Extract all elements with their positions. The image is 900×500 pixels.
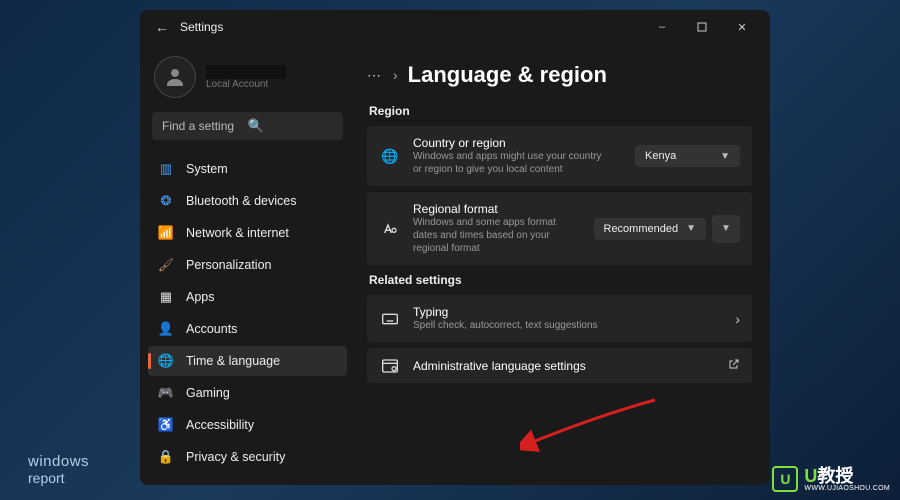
format-dropdown[interactable]: Recommended ▼: [594, 218, 707, 240]
main-pane: ⋯ › Language & region Region 🌐 Country o…: [355, 44, 770, 485]
clock-globe-icon: 🌐: [158, 353, 174, 369]
related-heading: Related settings: [369, 273, 752, 287]
typing-title: Typing: [413, 305, 723, 319]
typing-desc: Spell check, autocorrect, text suggestio…: [413, 319, 723, 332]
country-dropdown[interactable]: Kenya ▼: [635, 145, 740, 167]
bluetooth-icon: ❂: [158, 193, 174, 209]
sidebar: Local Account Find a setting 🔍 ▥ System …: [140, 44, 355, 485]
accessibility-icon: ♿: [158, 417, 174, 433]
search-input[interactable]: Find a setting 🔍: [152, 112, 343, 140]
sidebar-item-time-language[interactable]: 🌐 Time & language: [148, 346, 347, 376]
back-button[interactable]: ←: [148, 19, 176, 35]
region-heading: Region: [369, 104, 752, 118]
system-icon: ▥: [158, 161, 174, 177]
format-title: Regional format: [413, 202, 582, 216]
settings-window: ← Settings – ✕ Local Account Find a sett…: [140, 10, 770, 485]
sidebar-item-system[interactable]: ▥ System: [148, 154, 347, 184]
country-row[interactable]: 🌐 Country or region Windows and apps mig…: [367, 126, 752, 186]
country-desc: Windows and apps might use your country …: [413, 150, 603, 176]
minimize-button[interactable]: –: [642, 12, 682, 42]
shield-icon: 🔒: [158, 449, 174, 465]
sidebar-item-label: Accessibility: [186, 418, 254, 432]
format-expand-button[interactable]: ▼: [712, 215, 740, 243]
globe-icon: 🌐: [379, 148, 401, 165]
chevron-down-icon: ▼: [721, 223, 731, 234]
close-button[interactable]: ✕: [722, 12, 762, 42]
breadcrumb: ⋯ › Language & region: [367, 62, 752, 88]
chevron-right-icon: ›: [393, 67, 398, 83]
sidebar-item-gaming[interactable]: 🎮 Gaming: [148, 378, 347, 408]
search-placeholder: Find a setting: [162, 119, 248, 133]
wifi-icon: 📶: [158, 225, 174, 241]
external-link-icon: [728, 358, 740, 373]
window-title: Settings: [180, 20, 223, 34]
watermark-windowsreport: windows report: [28, 454, 89, 486]
format-desc: Windows and some apps format dates and t…: [413, 216, 582, 255]
character-icon: [379, 221, 401, 237]
sidebar-item-label: Apps: [186, 290, 215, 304]
sidebar-item-bluetooth[interactable]: ❂ Bluetooth & devices: [148, 186, 347, 216]
sidebar-item-apps[interactable]: ▦ Apps: [148, 282, 347, 312]
window-settings-icon: [379, 359, 401, 373]
brush-icon: 🖌: [158, 257, 174, 273]
sidebar-item-label: Gaming: [186, 386, 230, 400]
gamepad-icon: 🎮: [158, 385, 174, 401]
keyboard-icon: [379, 313, 401, 325]
sidebar-item-label: Network & internet: [186, 226, 289, 240]
sidebar-item-accessibility[interactable]: ♿ Accessibility: [148, 410, 347, 440]
profile-name: [206, 65, 286, 79]
breadcrumb-more-icon[interactable]: ⋯: [367, 67, 383, 84]
sidebar-item-accounts[interactable]: 👤 Accounts: [148, 314, 347, 344]
person-icon: 👤: [158, 321, 174, 337]
watermark-ujiaoshou: U U教授 WWW.UJIAOSHOU.COM: [772, 466, 890, 492]
sidebar-item-label: Time & language: [186, 354, 280, 368]
sidebar-item-label: Accounts: [186, 322, 237, 336]
format-value: Recommended: [604, 223, 679, 235]
admin-title: Administrative language settings: [413, 359, 716, 373]
grid-icon: ▦: [158, 289, 174, 305]
chevron-right-icon: ›: [735, 311, 740, 327]
maximize-button[interactable]: [682, 12, 722, 42]
profile-block[interactable]: Local Account: [148, 52, 347, 112]
search-icon: 🔍: [248, 118, 334, 134]
sidebar-item-label: System: [186, 162, 228, 176]
chevron-down-icon: ▼: [686, 223, 696, 234]
regional-format-row[interactable]: Regional format Windows and some apps fo…: [367, 192, 752, 265]
typing-link[interactable]: Typing Spell check, autocorrect, text su…: [367, 295, 752, 342]
sidebar-item-label: Personalization: [186, 258, 271, 272]
sidebar-item-label: Privacy & security: [186, 450, 285, 464]
page-title: Language & region: [408, 62, 607, 88]
avatar: [154, 56, 196, 98]
country-value: Kenya: [645, 150, 676, 162]
chevron-down-icon: ▼: [720, 151, 730, 162]
nav-list: ▥ System ❂ Bluetooth & devices 📶 Network…: [148, 154, 347, 472]
sidebar-item-privacy[interactable]: 🔒 Privacy & security: [148, 442, 347, 472]
sidebar-item-label: Bluetooth & devices: [186, 194, 297, 208]
profile-subtext: Local Account: [206, 79, 286, 90]
sidebar-item-personalization[interactable]: 🖌 Personalization: [148, 250, 347, 280]
sidebar-item-network[interactable]: 📶 Network & internet: [148, 218, 347, 248]
country-title: Country or region: [413, 136, 623, 150]
titlebar: ← Settings – ✕: [140, 10, 770, 44]
admin-language-link[interactable]: Administrative language settings: [367, 348, 752, 383]
watermark-badge: U: [772, 466, 798, 492]
